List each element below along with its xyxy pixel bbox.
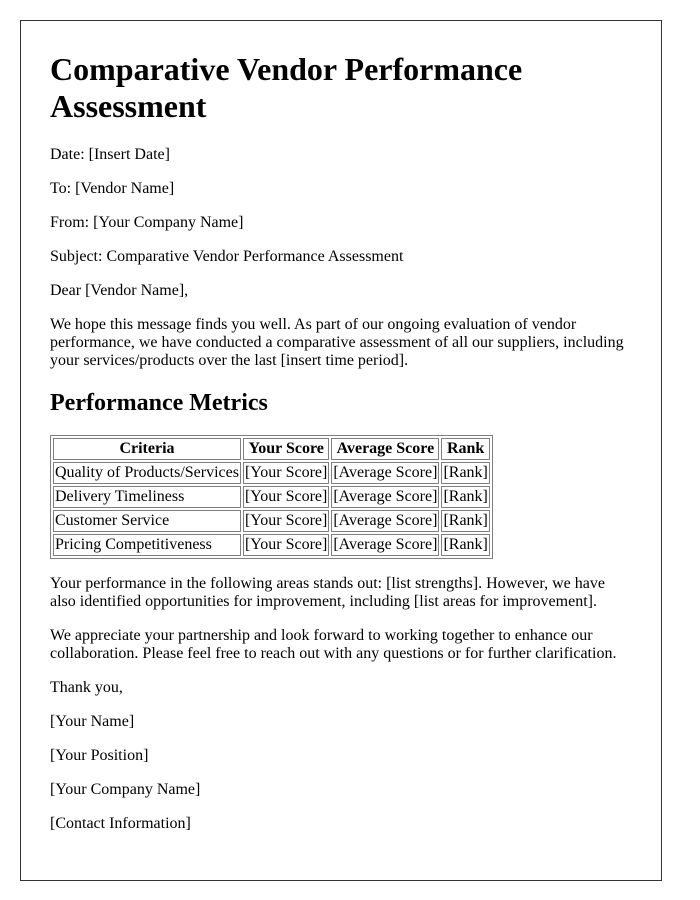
cell-criteria: Quality of Products/Services bbox=[53, 462, 241, 484]
signature-contact: [Contact Information] bbox=[50, 815, 191, 832]
signature-company: [Your Company Name] bbox=[50, 781, 201, 798]
column-header-rank: Rank bbox=[441, 438, 490, 460]
column-header-criteria: Criteria bbox=[53, 438, 241, 460]
salutation: Dear [Vendor Name], bbox=[50, 282, 189, 299]
cell-average-score: [Average Score] bbox=[331, 462, 440, 484]
table-row: Delivery Timeliness [Your Score] [Averag… bbox=[53, 486, 490, 508]
letter-title: Comparative Vendor Performance Assessmen… bbox=[50, 51, 523, 124]
cell-rank: [Rank] bbox=[441, 486, 490, 508]
date-line: Date: [Insert Date] bbox=[50, 146, 170, 163]
signature-name: [Your Name] bbox=[50, 713, 135, 730]
cell-your-score: [Your Score] bbox=[242, 486, 330, 508]
from-line: From: [Your Company Name] bbox=[50, 214, 244, 231]
metrics-table: Criteria Your Score Average Score Rank Q… bbox=[50, 435, 493, 559]
table-row: Customer Service [Your Score] [Average S… bbox=[53, 510, 490, 532]
cell-criteria: Pricing Competitiveness bbox=[53, 534, 241, 556]
table-row: Pricing Competitiveness [Your Score] [Av… bbox=[53, 534, 490, 556]
table-row: Quality of Products/Services [Your Score… bbox=[53, 462, 490, 484]
closing-paragraph: We appreciate your partnership and look … bbox=[50, 627, 617, 662]
metrics-heading: Performance Metrics bbox=[50, 390, 268, 416]
cell-rank: [Rank] bbox=[441, 534, 490, 556]
table-header-row: Criteria Your Score Average Score Rank bbox=[53, 438, 490, 460]
signature-position: [Your Position] bbox=[50, 747, 149, 764]
cell-your-score: [Your Score] bbox=[242, 510, 330, 532]
cell-your-score: [Your Score] bbox=[242, 462, 330, 484]
strengths-paragraph: Your performance in the following areas … bbox=[50, 575, 605, 610]
cell-criteria: Delivery Timeliness bbox=[53, 486, 241, 508]
cell-average-score: [Average Score] bbox=[331, 534, 440, 556]
signoff: Thank you, bbox=[50, 679, 123, 696]
cell-criteria: Customer Service bbox=[53, 510, 241, 532]
cell-your-score: [Your Score] bbox=[242, 534, 330, 556]
subject-line: Subject: Comparative Vendor Performance … bbox=[50, 248, 404, 265]
column-header-average-score: Average Score bbox=[331, 438, 440, 460]
cell-average-score: [Average Score] bbox=[331, 486, 440, 508]
column-header-your-score: Your Score bbox=[242, 438, 330, 460]
cell-rank: [Rank] bbox=[441, 510, 490, 532]
to-line: To: [Vendor Name] bbox=[50, 180, 175, 197]
intro-paragraph: We hope this message finds you well. As … bbox=[50, 316, 624, 369]
cell-average-score: [Average Score] bbox=[331, 510, 440, 532]
cell-rank: [Rank] bbox=[441, 462, 490, 484]
letter-container: Comparative Vendor Performance Assessmen… bbox=[20, 20, 662, 881]
